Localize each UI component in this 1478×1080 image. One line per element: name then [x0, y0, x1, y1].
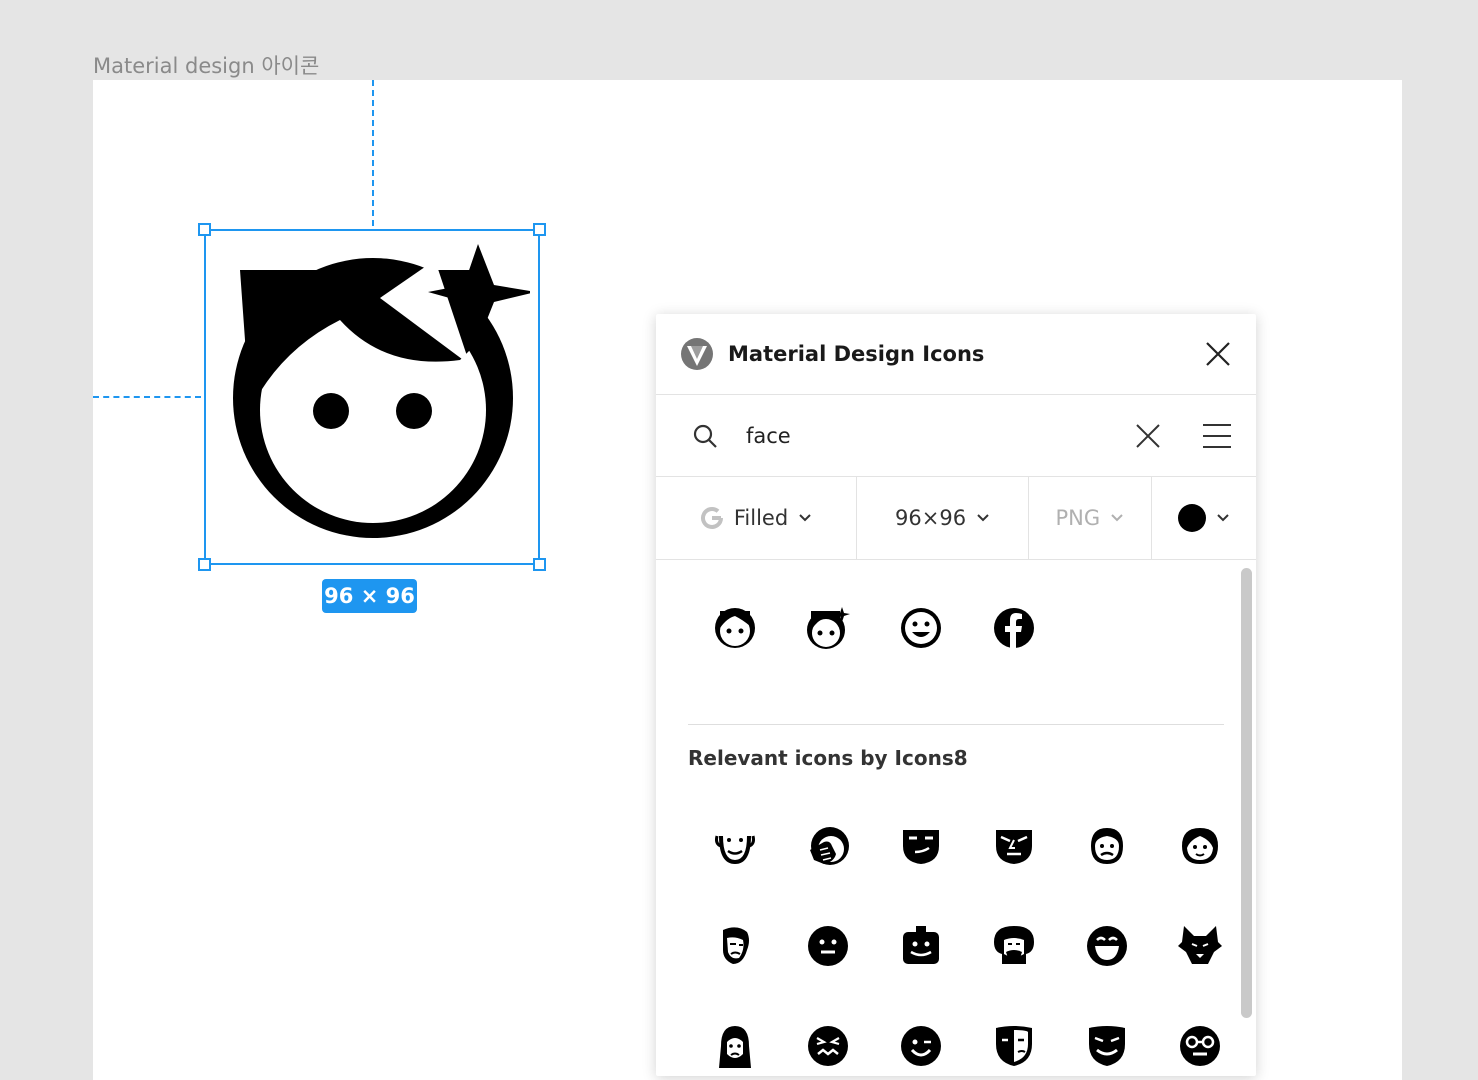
grinning-mask-icon: [1088, 1026, 1125, 1066]
size-dropdown[interactable]: 96×96: [857, 477, 1030, 559]
color-dropdown[interactable]: [1152, 477, 1256, 559]
selection-box[interactable]: [204, 229, 540, 565]
icons8-result[interactable]: [967, 816, 1060, 876]
frame-label[interactable]: Material design 아이콘: [93, 50, 319, 80]
facepalm-icon: [809, 827, 849, 865]
icons8-result[interactable]: [688, 1016, 781, 1076]
icons8-result[interactable]: [874, 1016, 967, 1076]
icons8-row-1: [688, 816, 1246, 876]
neutral-face-icon: [807, 926, 848, 966]
format-dropdown[interactable]: PNG: [1029, 477, 1152, 559]
horizontal-guide: [93, 396, 201, 398]
face-icon: [714, 608, 755, 648]
chevron-down-icon: [1217, 514, 1229, 522]
color-swatch: [1177, 504, 1206, 532]
theater-mask-icon: [995, 1026, 1032, 1066]
panel-title: Material Design Icons: [728, 342, 985, 366]
icons8-result[interactable]: [688, 816, 781, 876]
selection-size-badge: 96 × 96: [322, 579, 417, 613]
result-face-retouching[interactable]: [781, 598, 874, 658]
chevron-down-icon: [799, 514, 811, 522]
icons8-row-3: [688, 1016, 1246, 1076]
icons8-result[interactable]: [781, 916, 874, 976]
search-results-row: [688, 598, 1060, 658]
section-divider: [688, 724, 1224, 725]
material-design-logo: [681, 338, 713, 370]
icons8-result[interactable]: [967, 916, 1060, 976]
boy-face-icon: [1181, 828, 1218, 864]
size-value: 96×96: [895, 506, 967, 530]
suspicious-face-icon: [995, 830, 1032, 864]
face-retouching-natural-icon: [806, 607, 850, 649]
clear-search-icon[interactable]: [1134, 422, 1162, 450]
relevant-section-title: Relevant icons by Icons8: [688, 746, 968, 770]
icons8-result[interactable]: [781, 816, 874, 876]
icons8-result[interactable]: [781, 1016, 874, 1076]
icons8-row-2: [688, 916, 1246, 976]
icons8-result[interactable]: [967, 1016, 1060, 1076]
icons8-result[interactable]: [688, 916, 781, 976]
sad-woman-icon: [718, 1026, 751, 1068]
robot-face-icon: [902, 926, 939, 964]
sad-boy-icon: [1090, 828, 1123, 864]
resize-handle-bottom-right[interactable]: [533, 558, 546, 571]
icons8-result[interactable]: [874, 816, 967, 876]
style-value: Filled: [733, 506, 789, 530]
search-bar: [656, 395, 1256, 477]
nerd-face-icon: [1179, 1026, 1220, 1066]
style-dropdown[interactable]: Filled: [656, 477, 857, 559]
scared-man-icon: [722, 927, 749, 964]
search-input[interactable]: [744, 422, 1134, 449]
resize-handle-top-left[interactable]: [198, 223, 211, 236]
icons8-result[interactable]: [1060, 1016, 1153, 1076]
icons8-result[interactable]: [1153, 816, 1246, 876]
resize-handle-top-right[interactable]: [533, 223, 546, 236]
icons8-result[interactable]: [1060, 816, 1153, 876]
result-sentiment-satisfied[interactable]: [874, 598, 967, 658]
icons8-result[interactable]: [1153, 1016, 1246, 1076]
facebook-icon: [993, 608, 1034, 648]
icons8-result[interactable]: [1153, 916, 1246, 976]
icons8-result[interactable]: [874, 916, 967, 976]
confounded-face-icon: [807, 1026, 848, 1066]
wolf-icon: [1177, 926, 1222, 964]
afro-man-icon: [993, 926, 1034, 964]
google-icon: [700, 507, 723, 529]
resize-handle-bottom-left[interactable]: [198, 558, 211, 571]
icons8-result[interactable]: [1060, 916, 1153, 976]
chevron-down-icon: [977, 514, 989, 522]
laughing-face-icon: [1086, 926, 1127, 966]
options-bar: Filled 96×96 PNG: [656, 477, 1256, 560]
close-icon[interactable]: [1204, 340, 1232, 368]
smiling-face-icon: [714, 835, 755, 864]
vertical-guide: [372, 80, 374, 226]
search-icon: [693, 424, 717, 448]
hamburger-menu-icon[interactable]: [1202, 422, 1232, 450]
tough-face-icon: [902, 830, 939, 864]
panel-header: Material Design Icons: [656, 314, 1256, 395]
result-facebook[interactable]: [967, 598, 1060, 658]
chevron-down-icon: [1111, 514, 1123, 522]
format-value: PNG: [1055, 506, 1101, 530]
result-face[interactable]: [688, 598, 781, 658]
winking-face-icon: [900, 1026, 941, 1066]
sentiment-satisfied-icon: [900, 608, 941, 648]
